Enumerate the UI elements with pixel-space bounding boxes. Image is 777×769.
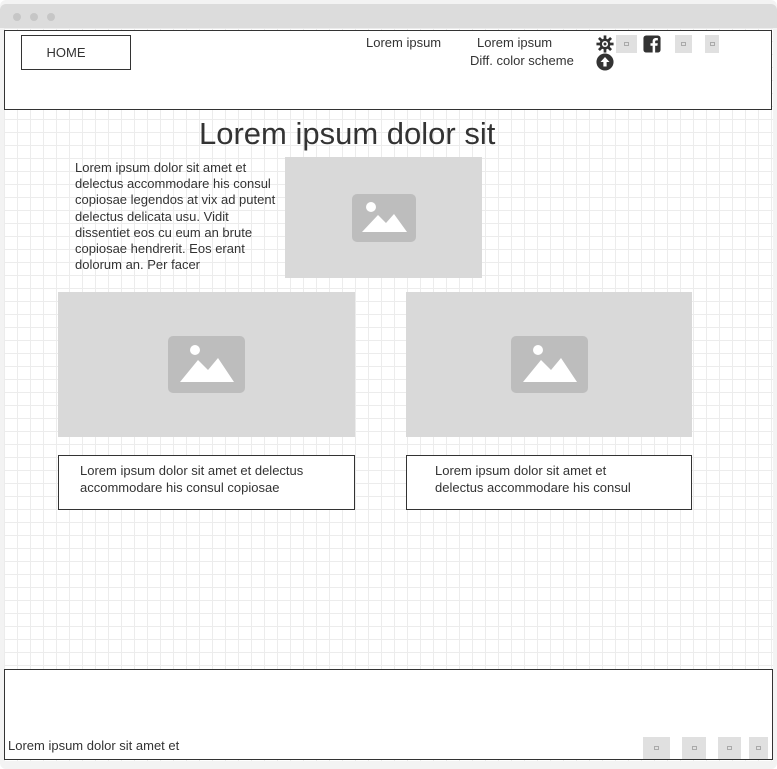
window-dot[interactable] — [30, 13, 38, 21]
footer-image-icon[interactable] — [643, 737, 670, 759]
gear-icon[interactable] — [596, 35, 614, 53]
window-titlebar — [0, 4, 777, 28]
footer-image-icon[interactable] — [749, 737, 768, 759]
image-icon — [168, 336, 245, 393]
home-button[interactable]: HOME — [21, 35, 131, 70]
caption-text: Lorem ipsum dolor sit amet et delectus a… — [435, 463, 631, 495]
caption-box-left: Lorem ipsum dolor sit amet et delectus a… — [58, 455, 355, 510]
social-image-icon[interactable] — [675, 35, 692, 53]
nav-link-1[interactable]: Lorem ipsum — [366, 35, 441, 50]
page-title: Lorem ipsum dolor sit — [199, 116, 496, 151]
caption-text: Lorem ipsum dolor sit amet et delectus a… — [80, 463, 304, 495]
window-dot[interactable] — [13, 13, 21, 21]
intro-paragraph: Lorem ipsum dolor sit amet et delectus a… — [75, 160, 276, 273]
image-placeholder — [406, 292, 692, 437]
nav-link-2[interactable]: Lorem ipsum — [477, 35, 552, 50]
footer-image-icon[interactable] — [682, 737, 706, 759]
facebook-icon[interactable] — [643, 35, 661, 53]
color-scheme-link[interactable]: Diff. color scheme — [470, 53, 574, 68]
image-placeholder — [58, 292, 355, 437]
image-icon — [351, 193, 416, 242]
arrow-up-icon[interactable] — [596, 53, 614, 71]
image-placeholder — [285, 157, 482, 278]
social-image-icon[interactable] — [705, 35, 719, 53]
footer-image-icon[interactable] — [718, 737, 741, 759]
image-icon — [510, 336, 588, 393]
caption-box-right: Lorem ipsum dolor sit amet et delectus a… — [406, 455, 692, 510]
window-dot[interactable] — [47, 13, 55, 21]
social-image-icon[interactable] — [616, 35, 637, 53]
footer-text: Lorem ipsum dolor sit amet et — [8, 738, 180, 753]
